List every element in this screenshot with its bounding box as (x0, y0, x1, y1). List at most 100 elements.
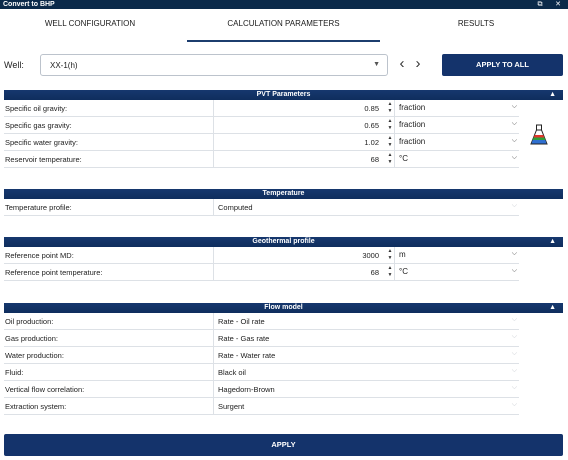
chevron-down-icon: ⌵ (511, 367, 517, 374)
pvt-row-water-gravity: Specific water gravity: 1.02 ▲ ▼ fraction… (4, 134, 519, 151)
chevron-down-icon: ⌵ (511, 120, 517, 127)
spinner-icon[interactable]: ▲ ▼ (386, 118, 394, 133)
water-production-select[interactable]: Rate - Water rate ⌵ (213, 347, 519, 363)
input-value: 0.85 (364, 104, 379, 113)
row-label: Specific gas gravity: (5, 121, 72, 130)
well-label: Well: (4, 60, 24, 70)
unit-select[interactable]: m ⌵ (394, 247, 519, 263)
spinner-icon[interactable]: ▲ ▼ (386, 135, 394, 150)
window-title: Convert to BHP (3, 1, 55, 8)
unit-value: fraction (399, 120, 426, 129)
unit-value: °C (399, 267, 408, 276)
spinner-icon[interactable]: ▲ ▼ (386, 101, 394, 116)
pvt-parameters-title: PVT Parameters (256, 91, 311, 98)
row-label: Fluid: (5, 368, 24, 377)
reference-point-md-input[interactable]: 3000 (213, 247, 386, 263)
vertical-flow-correlation-select[interactable]: Hagedorn-Brown ⌵ (213, 381, 519, 397)
extraction-system-row: Extraction system: Surgent ⌵ (4, 398, 519, 415)
select-value: Computed (218, 203, 253, 212)
chevron-right-icon[interactable]: › (411, 56, 425, 72)
chevron-down-icon: ⌵ (511, 401, 517, 408)
flow-model-header[interactable]: Flow model ▲ (4, 303, 563, 313)
row-label: Vertical flow correlation: (5, 385, 85, 394)
chevron-down-icon: ⌵ (511, 333, 517, 340)
unit-value: fraction (399, 103, 426, 112)
unit-select[interactable]: fraction ⌵ (394, 117, 519, 133)
unit-select[interactable]: fraction ⌵ (394, 134, 519, 150)
tab-calculation-parameters[interactable]: CALCULATION PARAMETERS (187, 9, 380, 42)
pvt-row-reservoir-temperature: Reservoir temperature: 68 ▲ ▼ °C ⌵ (4, 151, 519, 168)
spinner-icon[interactable]: ▲ ▼ (386, 248, 394, 263)
temperature-section: Temperature Temperature profile: Compute… (4, 189, 563, 216)
unit-value: fraction (399, 137, 426, 146)
reference-point-temperature-row: Reference point temperature: 68 ▲ ▼ °C ⌵ (4, 264, 519, 281)
row-label: Reservoir temperature: (5, 155, 82, 164)
chevron-down-icon: ⌵ (511, 267, 517, 274)
unit-select[interactable]: °C ⌵ (394, 151, 519, 167)
restore-icon[interactable]: ⧉ (535, 0, 545, 9)
select-value: Hagedorn-Brown (218, 385, 275, 394)
caret-down-icon: ▼ (373, 61, 380, 68)
pvt-parameters-header[interactable]: PVT Parameters ▲ (4, 90, 563, 100)
fluid-row: Fluid: Black oil ⌵ (4, 364, 519, 381)
gas-gravity-input[interactable]: 0.65 (213, 117, 386, 133)
pvt-row-oil-gravity: Specific oil gravity: 0.85 ▲ ▼ fraction ⌵ (4, 100, 519, 117)
vertical-flow-correlation-row: Vertical flow correlation: Hagedorn-Brow… (4, 381, 519, 398)
apply-button[interactable]: APPLY (4, 434, 563, 456)
tab-results[interactable]: RESULTS (388, 9, 564, 41)
input-value: 68 (370, 268, 379, 277)
spinner-icon[interactable]: ▲ ▼ (386, 265, 394, 280)
reference-point-temperature-input[interactable]: 68 (213, 264, 386, 280)
tab-well-configuration[interactable]: WELL CONFIGURATION (0, 9, 180, 41)
row-label: Reference point temperature: (5, 268, 103, 277)
chevron-up-icon[interactable]: ▲ (549, 237, 556, 247)
select-value: Rate - Oil rate (218, 317, 265, 326)
geothermal-profile-header[interactable]: Geothermal profile ▲ (4, 237, 563, 247)
input-value: 68 (370, 155, 379, 164)
title-bar: Convert to BHP ⧉ ✕ (0, 0, 568, 9)
gas-production-row: Gas production: Rate - Gas rate ⌵ (4, 330, 519, 347)
chevron-down-icon: ⌵ (511, 316, 517, 323)
row-label: Temperature profile: (5, 203, 72, 212)
row-label: Extraction system: (5, 402, 67, 411)
chevron-up-icon[interactable]: ▲ (549, 303, 556, 313)
geothermal-profile-title: Geothermal profile (252, 238, 315, 245)
temperature-profile-select[interactable]: Computed ⌵ (213, 199, 519, 215)
select-value: Rate - Gas rate (218, 334, 270, 343)
chevron-up-icon[interactable]: ▲ (549, 90, 556, 100)
gas-production-select[interactable]: Rate - Gas rate ⌵ (213, 330, 519, 346)
chevron-down-icon: ⌵ (511, 202, 517, 209)
geothermal-profile-section: Geothermal profile ▲ Reference point MD:… (4, 237, 563, 281)
chevron-down-icon: ⌵ (511, 250, 517, 257)
oil-production-row: Oil production: Rate - Oil rate ⌵ (4, 313, 519, 330)
close-icon[interactable]: ✕ (553, 0, 563, 9)
row-label: Oil production: (5, 317, 54, 326)
unit-value: °C (399, 154, 408, 163)
chevron-left-icon[interactable]: ‹ (395, 56, 409, 72)
apply-to-all-button[interactable]: APPLY TO ALL (442, 54, 563, 76)
input-value: 0.65 (364, 121, 379, 130)
flask-icon[interactable] (530, 124, 548, 146)
row-label: Reference point MD: (5, 251, 74, 260)
row-label: Water production: (5, 351, 64, 360)
water-gravity-input[interactable]: 1.02 (213, 134, 386, 150)
oil-production-select[interactable]: Rate - Oil rate ⌵ (213, 313, 519, 329)
extraction-system-select[interactable]: Surgent ⌵ (213, 398, 519, 414)
water-production-row: Water production: Rate - Water rate ⌵ (4, 347, 519, 364)
pvt-parameters-section: PVT Parameters ▲ Specific oil gravity: 0… (4, 90, 563, 168)
chevron-down-icon: ⌵ (511, 137, 517, 144)
select-value: Rate - Water rate (218, 351, 276, 360)
input-value: 3000 (362, 251, 379, 260)
row-label: Gas production: (5, 334, 58, 343)
well-select[interactable]: XX-1(h) ▼ (40, 54, 388, 76)
chevron-down-icon: ⌵ (511, 384, 517, 391)
flow-model-title: Flow model (264, 304, 303, 311)
reservoir-temperature-input[interactable]: 68 (213, 151, 386, 167)
oil-gravity-input[interactable]: 0.85 (213, 100, 386, 116)
fluid-select[interactable]: Black oil ⌵ (213, 364, 519, 380)
unit-select[interactable]: fraction ⌵ (394, 100, 519, 116)
row-label: Specific water gravity: (5, 138, 78, 147)
pvt-row-gas-gravity: Specific gas gravity: 0.65 ▲ ▼ fraction ⌵ (4, 117, 519, 134)
spinner-icon[interactable]: ▲ ▼ (386, 152, 394, 167)
unit-select[interactable]: °C ⌵ (394, 264, 519, 280)
